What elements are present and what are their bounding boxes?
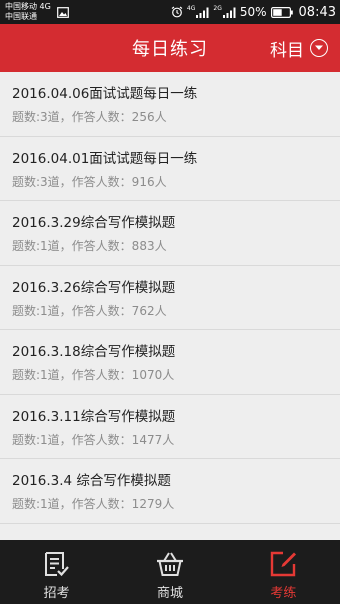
tab-shangcheng[interactable]: 商城 (113, 540, 226, 604)
clock: 08:43 (298, 4, 336, 20)
list-item[interactable]: 2016.3.29综合写作模拟题 题数:1道，作答人数：883人 (0, 201, 340, 266)
signal-icon-2 (222, 7, 236, 18)
list-item[interactable]: 2016.3.4 综合写作模拟题 题数:1道，作答人数：1279人 (0, 459, 340, 524)
network-type-2: 2G (213, 4, 222, 12)
carriers: 中国移动 4G 中国联通 (5, 2, 51, 22)
tab-label: 考练 (270, 586, 297, 601)
list-item[interactable]: 2016.3.26综合写作模拟题 题数:1道，作答人数：762人 (0, 266, 340, 330)
page-title: 每日练习 (132, 39, 208, 60)
item-meta: 题数:1道，作答人数：1279人 (12, 497, 175, 511)
app-header: 每日练习 科目 (0, 24, 340, 72)
battery-icon (270, 6, 293, 18)
list-item[interactable]: 2016.04.01面试试题每日一练 题数:3道，作答人数：916人 (0, 137, 340, 201)
bottom-nav: 招考 商城 考练 (0, 540, 340, 604)
network-type-1: 4G (186, 4, 196, 12)
exam-list-icon (44, 552, 69, 577)
chevron-down-circle-icon (310, 39, 328, 57)
item-meta: 题数:3道，作答人数：256人 (12, 110, 167, 124)
exercise-list[interactable]: 2016.04.06面试试题每日一练 题数:3道，作答人数：256人 2016.… (0, 72, 340, 540)
subject-filter-button[interactable]: 科目 (270, 24, 328, 72)
item-meta: 题数:3道，作答人数：916人 (12, 174, 167, 189)
shopping-basket-icon (156, 552, 183, 576)
item-meta: 题数:1道，作答人数：1070人 (12, 368, 175, 382)
list-item[interactable]: 2016.3.18综合写作模拟题 题数:1道，作答人数：1070人 (0, 330, 340, 395)
signal-icon (196, 7, 209, 18)
tab-label: 招考 (43, 586, 70, 601)
alarm-icon (171, 6, 183, 18)
item-title: 2016.04.06面试试题每日一练 (12, 86, 198, 102)
item-meta: 题数:1道，作答人数：762人 (12, 303, 167, 318)
item-title: 2016.3.26综合写作模拟题 (12, 279, 176, 296)
item-title: 2016.3.29综合写作模拟题 (12, 215, 176, 231)
item-title: 2016.04.01面试试题每日一练 (12, 150, 198, 167)
tab-label: 商城 (156, 586, 183, 601)
tab-kaolian[interactable]: 考练 (227, 540, 340, 604)
carrier-1: 中国移动 4G (5, 2, 51, 11)
carrier-2: 中国联通 (5, 12, 37, 21)
gallery-icon (56, 6, 69, 18)
status-bar: 中国移动 4G 中国联通 4G 2G 50% 08:43 (0, 0, 340, 24)
carrier-block: 中国移动 4G 中国联通 (5, 2, 69, 22)
battery-percent: 50% (239, 5, 267, 19)
item-title: 2016.3.4 综合写作模拟题 (12, 473, 171, 489)
list-item[interactable]: 2016.04.06面试试题每日一练 题数:3道，作答人数：256人 (0, 72, 340, 137)
item-title: 2016.3.11综合写作模拟题 (12, 408, 176, 425)
item-meta: 题数:1道，作答人数：883人 (12, 239, 167, 253)
practice-edit-icon (271, 551, 297, 577)
tab-zhaokao[interactable]: 招考 (0, 540, 113, 604)
status-right: 4G 2G 50% 08:43 (171, 5, 336, 20)
list-item[interactable]: 2016.3.11综合写作模拟题 题数:1道，作答人数：1477人 (0, 395, 340, 459)
subject-filter-label: 科目 (270, 40, 304, 61)
item-meta: 题数:1道，作答人数：1477人 (12, 432, 175, 447)
item-title: 2016.3.18综合写作模拟题 (12, 344, 176, 360)
